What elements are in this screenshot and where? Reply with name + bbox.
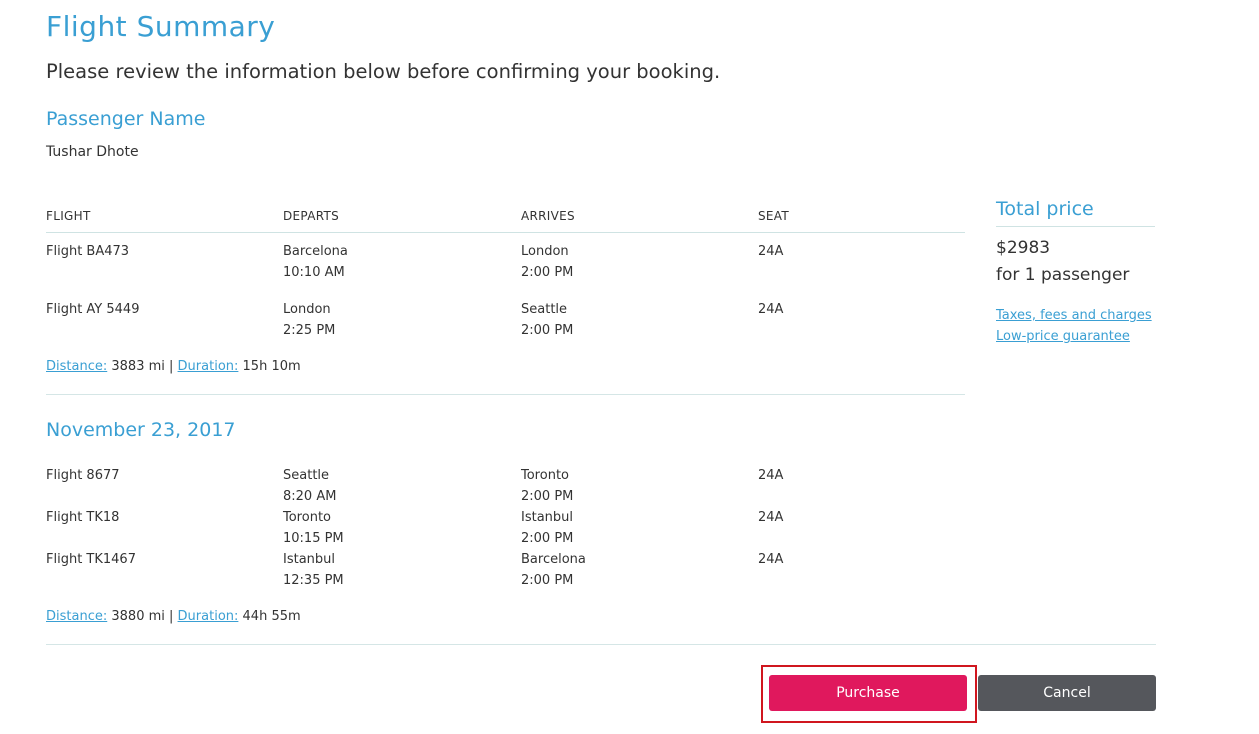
header-seat: SEAT [758, 209, 790, 223]
flight-number: Flight 8677 [46, 468, 120, 483]
return-trip-summary: Distance: 3880 mi | Duration: 44h 55m [46, 609, 301, 624]
flight-number: Flight TK18 [46, 510, 120, 525]
arrival-city: Seattle [521, 302, 568, 317]
passenger-count: for 1 passenger [996, 265, 1130, 285]
departure-city: Barcelona [283, 244, 348, 259]
flight-number: Flight BA473 [46, 244, 130, 259]
departure-city: Toronto [283, 510, 331, 525]
passenger-heading: Passenger Name [46, 108, 206, 130]
distance-link[interactable]: Distance: [46, 609, 107, 624]
departure-time: 10:15 PM [283, 531, 344, 546]
arrival-time: 2:00 PM [521, 573, 574, 588]
divider [46, 644, 1156, 645]
arrival-time: 2:00 PM [521, 531, 574, 546]
flight-table-header: FLIGHT DEPARTS ARRIVES SEAT [46, 203, 965, 233]
header-arrives: ARRIVES [521, 209, 575, 223]
passenger-name: Tushar Dhote [46, 144, 139, 160]
intro-text: Please review the information below befo… [46, 60, 721, 83]
arrival-time: 2:00 PM [521, 323, 574, 338]
departure-city: Seattle [283, 468, 330, 483]
duration-value: 44h 55m [242, 609, 301, 624]
arrival-city: Barcelona [521, 552, 586, 567]
seat: 24A [758, 244, 784, 259]
return-date-heading: November 23, 2017 [46, 419, 236, 441]
seat: 24A [758, 552, 784, 567]
duration-link[interactable]: Duration: [178, 609, 239, 624]
seat: 24A [758, 510, 784, 525]
departure-time: 10:10 AM [283, 265, 345, 280]
taxes-fees-link[interactable]: Taxes, fees and charges [996, 305, 1155, 326]
flight-row: Flight TK1467 Istanbul 12:35 PM Barcelona… [46, 549, 965, 591]
purchase-button[interactable]: Purchase [769, 675, 967, 711]
arrival-time: 2:00 PM [521, 489, 574, 504]
arrival-city: Istanbul [521, 510, 574, 525]
price-amount: $2983 [996, 238, 1051, 258]
arrival-time: 2:00 PM [521, 265, 574, 280]
departure-city: Istanbul [283, 552, 336, 567]
departure-time: 8:20 AM [283, 489, 337, 504]
flight-row: Flight BA473 Barcelona 10:10 AM London 2:0… [46, 241, 965, 283]
page-title: Flight Summary [46, 10, 276, 43]
outbound-trip-summary: Distance: 3883 mi | Duration: 15h 10m [46, 359, 301, 374]
flight-row: Flight 8677 Seattle 8:20 AM Toronto 2:00 P… [46, 465, 965, 507]
header-flight: FLIGHT [46, 209, 91, 223]
duration-link[interactable]: Duration: [178, 359, 239, 374]
cancel-button[interactable]: Cancel [978, 675, 1156, 711]
price-title: Total price [996, 198, 1155, 227]
arrival-city: Toronto [521, 468, 569, 483]
duration-value: 15h 10m [242, 359, 301, 374]
distance-link[interactable]: Distance: [46, 359, 107, 374]
departure-time: 12:35 PM [283, 573, 344, 588]
summary-separator: | [169, 609, 174, 624]
distance-value: 3880 mi [111, 609, 165, 624]
header-departs: DEPARTS [283, 209, 340, 223]
flight-row: Flight AY 5449 London 2:25 PM Seattle 2:00… [46, 299, 965, 341]
divider [46, 394, 965, 395]
departure-city: London [283, 302, 331, 317]
seat: 24A [758, 302, 784, 317]
arrival-city: London [521, 244, 569, 259]
departure-time: 2:25 PM [283, 323, 336, 338]
low-price-guarantee-link[interactable]: Low-price guarantee [996, 326, 1155, 347]
distance-value: 3883 mi [111, 359, 165, 374]
summary-separator: | [169, 359, 174, 374]
flight-number: Flight AY 5449 [46, 302, 140, 317]
price-panel: Total price $2983 for 1 passenger Taxes,… [996, 198, 1155, 347]
flight-row: Flight TK18 Toronto 10:15 PM Istanbul 2:00… [46, 507, 965, 549]
seat: 24A [758, 468, 784, 483]
flight-number: Flight TK1467 [46, 552, 136, 567]
